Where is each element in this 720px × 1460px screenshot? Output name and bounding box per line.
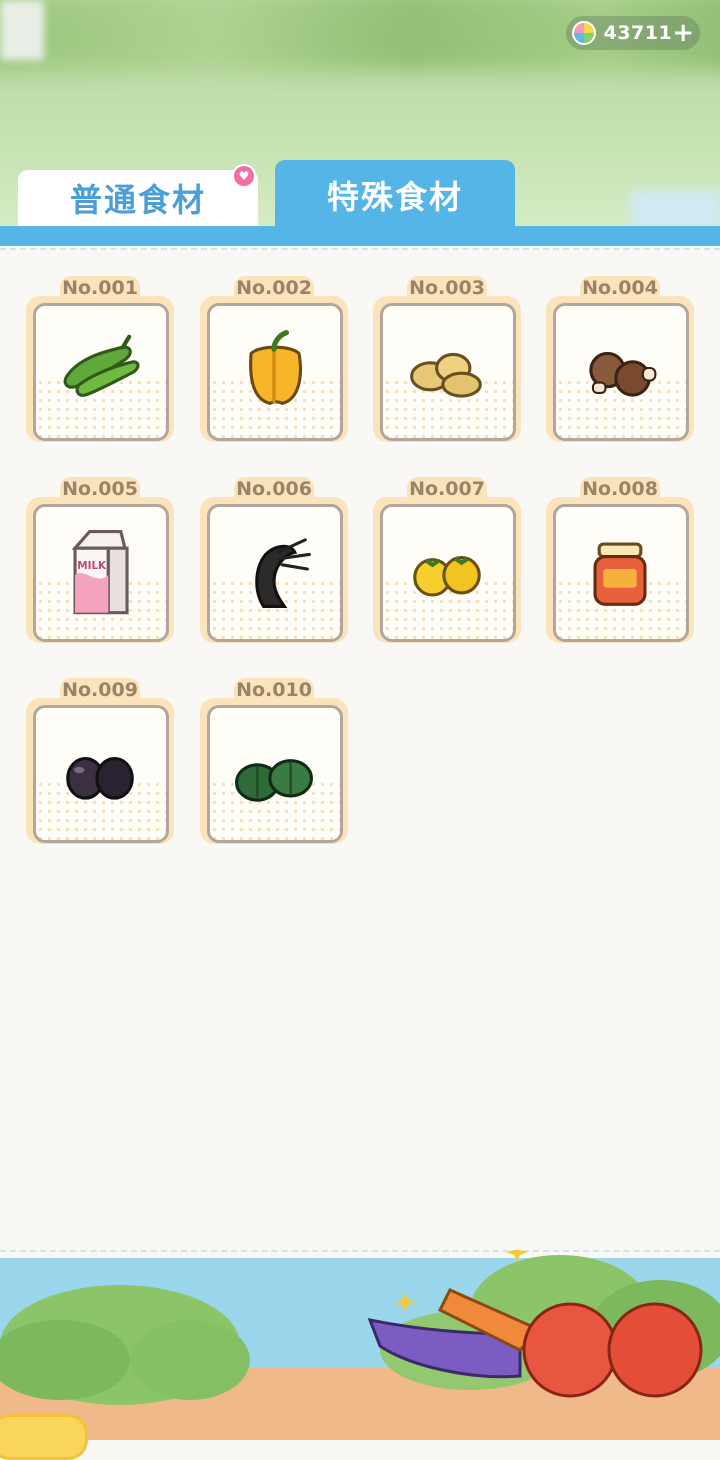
vegetable-scene-illustration xyxy=(0,1250,720,1405)
ingredient-number: No.003 xyxy=(407,276,487,299)
divider xyxy=(0,248,720,250)
ingredient-number: No.006 xyxy=(234,477,314,500)
green-pumpkins-icon xyxy=(235,759,313,802)
ingredient-card[interactable]: No.005 MILK xyxy=(26,477,174,647)
honey-jar-icon xyxy=(593,542,647,606)
currency-counter[interactable]: 43711 + xyxy=(566,16,700,50)
ingredient-number: No.008 xyxy=(580,477,660,500)
potatoes-icon xyxy=(410,352,482,398)
ingredient-number: No.009 xyxy=(60,678,140,701)
svg-text:MILK: MILK xyxy=(77,560,107,572)
green-pepper-icon xyxy=(63,334,140,397)
mushrooms-icon xyxy=(589,351,657,397)
ingredient-number: No.007 xyxy=(407,477,487,500)
ingredient-card[interactable]: No.009 xyxy=(26,678,174,848)
yellow-tomatoes-icon xyxy=(413,556,481,597)
notification-heart-icon: ♥ xyxy=(232,164,256,188)
yellow-bell-pepper-icon xyxy=(249,330,303,406)
ingredient-card[interactable]: No.006 xyxy=(200,477,348,647)
bottom-decoration xyxy=(0,1250,720,1440)
ingredient-number: No.004 xyxy=(580,276,660,299)
tab-label: 特殊食材 xyxy=(326,178,463,216)
rainbow-gem-icon xyxy=(572,21,596,45)
black-eggs-icon xyxy=(66,757,134,800)
back-button[interactable] xyxy=(0,1414,88,1460)
ingredient-number: No.010 xyxy=(234,678,314,701)
currency-amount: 43711 xyxy=(603,22,673,44)
ingredient-card[interactable]: No.004 xyxy=(546,276,694,446)
ingredient-card[interactable]: No.002 xyxy=(200,276,348,446)
ingredient-card[interactable]: No.007 xyxy=(373,477,521,647)
ingredient-number: No.002 xyxy=(234,276,314,299)
milk-carton-icon: MILK xyxy=(71,530,129,615)
tab-underline-band xyxy=(0,226,720,246)
tab-normal-ingredients[interactable]: 普通食材 xyxy=(18,170,258,226)
ingredient-card[interactable]: No.001 xyxy=(26,276,174,446)
tab-special-ingredients[interactable]: 特殊食材 xyxy=(275,160,515,230)
black-shrimp-icon xyxy=(255,538,311,608)
ingredient-number: No.005 xyxy=(60,477,140,500)
ingredient-card[interactable]: No.008 xyxy=(546,477,694,647)
tab-label: 普通食材 xyxy=(69,181,206,219)
add-currency-button[interactable]: + xyxy=(672,20,694,46)
ingredient-number: No.001 xyxy=(60,276,140,299)
ingredient-card[interactable]: No.010 xyxy=(200,678,348,848)
ingredient-card[interactable]: No.003 xyxy=(373,276,521,446)
